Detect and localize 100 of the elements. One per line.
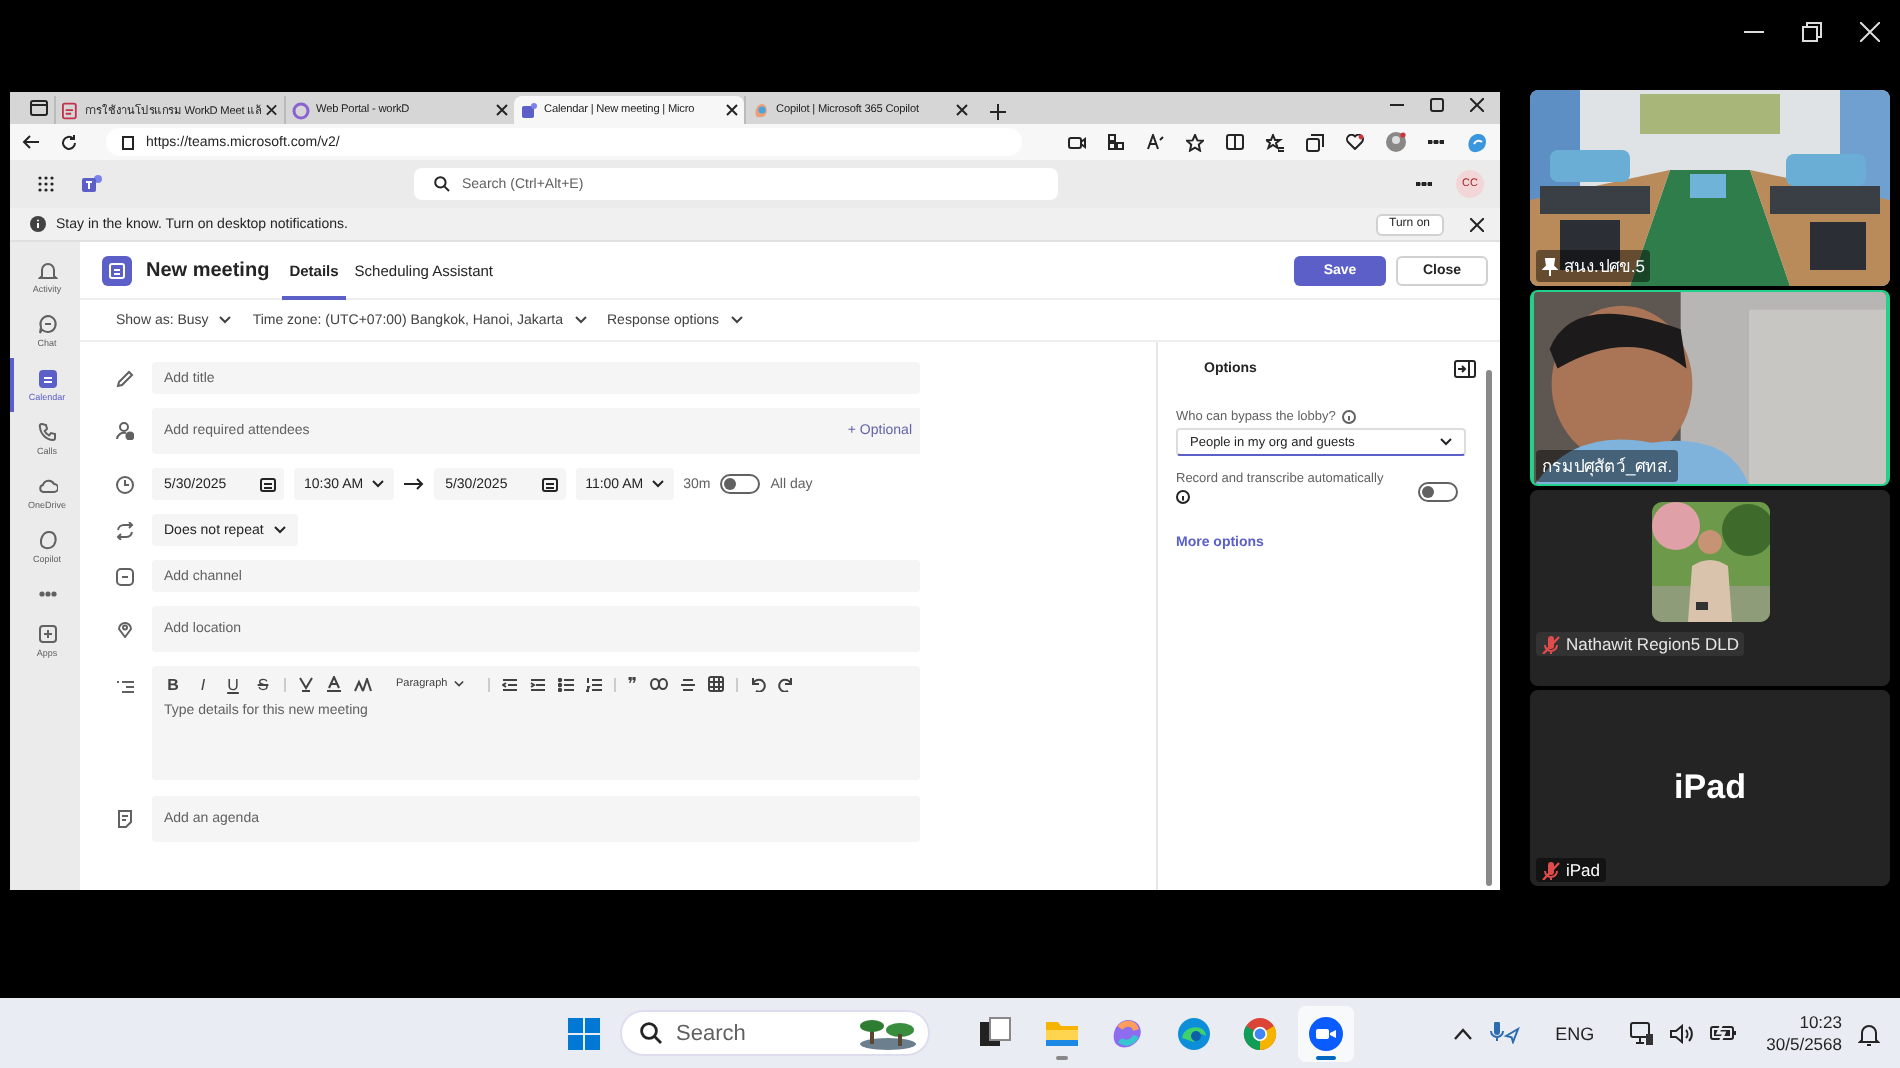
logo-icon[interactable] (82, 174, 104, 194)
undo-icon[interactable] (749, 676, 766, 692)
calendar-icon (260, 477, 276, 491)
meeting-icon (102, 255, 132, 285)
participant-name: สนง.ปศข.5 (1564, 254, 1645, 280)
agenda-icon (115, 810, 133, 828)
calendar-button[interactable] (252, 468, 284, 500)
app-launcher-icon[interactable] (38, 176, 54, 192)
chat-icon (37, 314, 57, 334)
format-button[interactable]: S (254, 675, 272, 693)
bulleted-list-icon[interactable] (557, 677, 574, 691)
read-aloud-icon[interactable] (1146, 134, 1164, 150)
chevron-down-icon (1440, 438, 1452, 446)
grid-icon[interactable] (1108, 134, 1124, 150)
quote-button[interactable]: ❞ (627, 673, 638, 695)
logo-icon (520, 101, 538, 119)
volume-icon[interactable] (1670, 1023, 1695, 1043)
table-icon[interactable] (707, 676, 724, 692)
collections-icon[interactable] (1306, 133, 1324, 151)
clock-icon (115, 475, 133, 493)
favorites-icon[interactable] (1266, 133, 1284, 151)
numbered-list-icon[interactable] (585, 677, 602, 691)
ring-icon (292, 101, 310, 119)
restore-icon[interactable] (1802, 22, 1822, 42)
participant-name: iPad (1566, 860, 1601, 880)
page-title: New meeting (146, 259, 270, 281)
chevron-down-icon (651, 480, 664, 488)
outdent-icon[interactable] (501, 677, 518, 691)
person-add-icon (115, 422, 133, 440)
participant-name: Nathawit Region5 DLD (1566, 634, 1739, 654)
language-indicator[interactable]: ENG (1555, 1023, 1595, 1043)
calendar-icon (541, 477, 558, 491)
notification-bell-icon[interactable] (1858, 1021, 1880, 1045)
maximize-icon[interactable] (1430, 98, 1444, 112)
new-tab-icon[interactable] (990, 104, 1006, 120)
close-icon[interactable] (496, 104, 508, 116)
document-icon (62, 101, 79, 119)
arrow-icon (403, 478, 424, 490)
close-icon[interactable] (956, 104, 968, 116)
mic-location-icon[interactable] (1487, 1022, 1520, 1044)
format-button[interactable]: U (224, 675, 242, 693)
clock-date[interactable]: 30/5/2568 (1766, 1033, 1842, 1055)
info-icon (1341, 410, 1356, 424)
scrollbar[interactable] (1486, 370, 1492, 886)
font-color-icon[interactable] (326, 676, 342, 692)
redo-icon[interactable] (777, 676, 794, 692)
horizontal-rule-icon[interactable] (679, 677, 696, 691)
repeat-icon (115, 521, 133, 539)
search-icon (640, 1022, 662, 1044)
collapse-panel-icon[interactable] (1454, 359, 1476, 377)
participant-name: กรมปศุสัตว์_ศทส. (1542, 454, 1673, 480)
location-icon (115, 620, 133, 638)
trees-icon (858, 1018, 918, 1050)
close-icon[interactable] (726, 104, 738, 116)
camera-icon[interactable] (1068, 135, 1086, 149)
chevron-up-icon[interactable] (1453, 1027, 1472, 1039)
add-apps-icon (37, 624, 57, 644)
network-icon[interactable] (1630, 1021, 1655, 1045)
profile-icon[interactable] (1386, 132, 1406, 152)
chevron-down-icon (453, 680, 464, 688)
chevron-down-icon (218, 316, 233, 324)
format-button[interactable]: B (164, 675, 182, 693)
battery-icon[interactable] (1710, 1024, 1739, 1042)
info-icon (30, 216, 46, 232)
cloud-icon (37, 476, 57, 496)
pencil-icon (115, 369, 133, 387)
taskbar-search-field[interactable]: Search (620, 1010, 930, 1056)
page-icon (122, 135, 134, 149)
calendar-icon (37, 368, 57, 388)
pin-icon (1542, 257, 1558, 275)
toggle-switch[interactable] (720, 474, 761, 494)
close-icon[interactable] (1470, 98, 1484, 112)
phone-icon (37, 422, 57, 442)
star-icon[interactable] (1186, 133, 1204, 151)
toggle-switch[interactable] (1418, 482, 1458, 502)
tab-actions-icon[interactable] (29, 100, 47, 116)
ring-icon (1242, 1015, 1278, 1051)
chevron-down-icon (729, 316, 744, 324)
split-screen-icon[interactable] (1226, 134, 1244, 150)
calendar-button[interactable] (533, 468, 566, 500)
reload-icon[interactable] (60, 133, 78, 151)
heart-icon[interactable] (1346, 134, 1364, 150)
camera-icon (1308, 1015, 1344, 1051)
format-button[interactable]: I (194, 675, 212, 693)
highlight-icon[interactable] (298, 676, 314, 692)
back-icon[interactable] (22, 134, 40, 150)
windows-start-icon[interactable] (568, 1017, 600, 1049)
clock-time[interactable]: 10:23 (1799, 1011, 1842, 1033)
indent-icon[interactable] (529, 677, 546, 691)
font-size-icon[interactable] (354, 677, 372, 691)
chevron-down-icon (573, 316, 587, 324)
chevron-down-icon (273, 526, 286, 534)
link-icon[interactable] (649, 678, 668, 690)
minimize-icon[interactable] (1390, 98, 1404, 112)
participant-display-name: iPad (1674, 768, 1746, 808)
text-lines-icon (115, 678, 133, 696)
search-icon (434, 176, 450, 192)
info-icon (1176, 490, 1190, 504)
close-icon[interactable] (266, 104, 278, 116)
close-icon[interactable] (1470, 217, 1484, 231)
